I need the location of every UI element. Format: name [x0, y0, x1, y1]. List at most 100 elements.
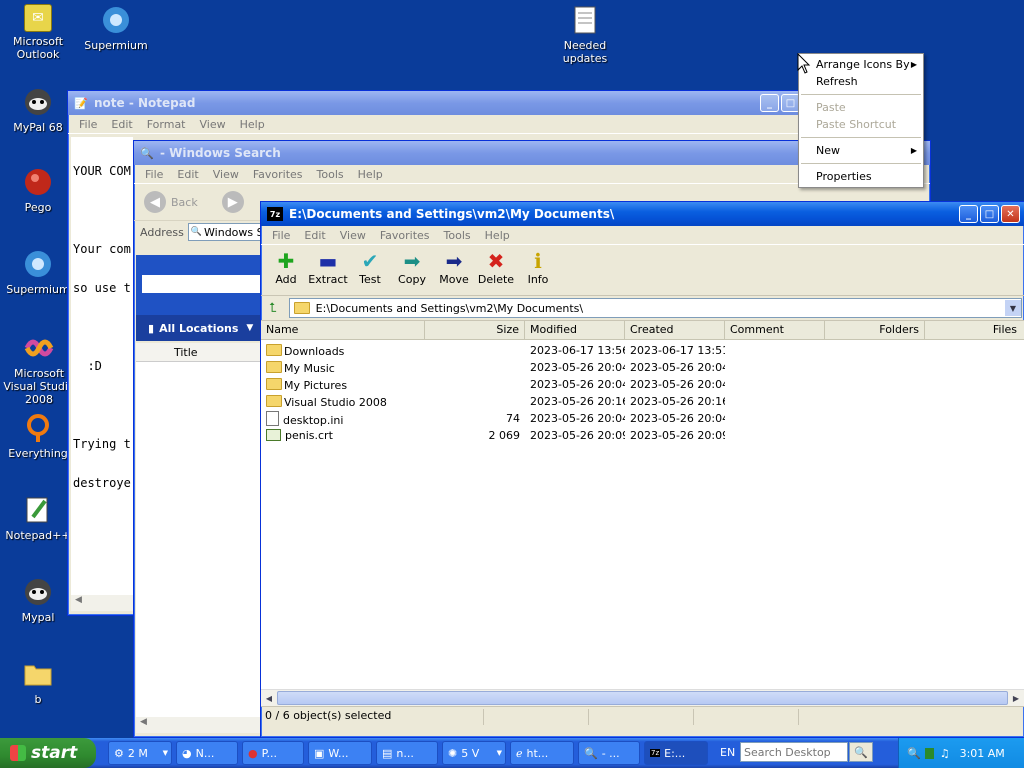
start-button[interactable]: start: [0, 738, 96, 768]
menu-help[interactable]: Help: [351, 168, 390, 181]
column-modified[interactable]: Modified: [525, 321, 625, 339]
status-pane-4: [694, 709, 799, 725]
scroll-right-icon[interactable]: ▶: [1008, 694, 1024, 703]
info-button[interactable]: ℹ Info: [517, 245, 559, 295]
desktop-icon-pego[interactable]: Pego: [0, 166, 76, 214]
scroll-thumb[interactable]: [277, 691, 1008, 705]
table-row[interactable]: Visual Studio 2008 2023-05-26 20:16 2023…: [261, 393, 1024, 410]
table-row[interactable]: My Pictures 2023-05-26 20:04 2023-05-26 …: [261, 376, 1024, 393]
results-area: [136, 362, 261, 717]
path-combobox[interactable]: E:\Documents and Settings\vm2\My Documen…: [288, 298, 1022, 318]
desktop-icon-notepadpp[interactable]: Notepad++: [0, 494, 76, 542]
notepad-text-area[interactable]: YOUR COM Your com so use t :D Trying t d…: [71, 137, 133, 595]
delete-button[interactable]: ✖ Delete: [475, 245, 517, 295]
menu-tools[interactable]: Tools: [437, 229, 478, 242]
desktop-icon-supermium[interactable]: Supermium: [78, 4, 154, 52]
menu-file[interactable]: File: [265, 229, 297, 242]
clock[interactable]: 3:01 AM: [960, 747, 1005, 760]
menu-item-arrange-icons-by[interactable]: Arrange Icons By ▶: [799, 56, 923, 73]
scroll-left-icon[interactable]: ◀: [261, 694, 277, 703]
address-value: Windows S: [204, 225, 264, 239]
column-created[interactable]: Created: [625, 321, 725, 339]
menu-favorites[interactable]: Favorites: [246, 168, 310, 181]
notepad-hscroll[interactable]: ◀: [71, 595, 133, 611]
table-row[interactable]: desktop.ini 74 2023-05-26 20:04 2023-05-…: [261, 410, 1024, 427]
language-indicator[interactable]: EN: [720, 746, 735, 759]
move-button[interactable]: ➡ Move: [433, 245, 475, 295]
table-row[interactable]: penis.crt 2 069 2023-05-26 20:09 2023-05…: [261, 427, 1024, 444]
minimize-button[interactable]: _: [959, 205, 978, 223]
menu-tools[interactable]: Tools: [310, 168, 351, 181]
menu-view[interactable]: View: [193, 118, 233, 131]
back-button[interactable]: Back: [171, 196, 198, 209]
up-folder-icon[interactable]: ⮤: [269, 301, 277, 316]
desktop-icon-supermium-2[interactable]: Supermium: [0, 248, 76, 296]
taskbar-item-note[interactable]: ▤ n...: [376, 741, 438, 765]
file-name: penis.crt: [285, 429, 333, 442]
taskbar-item-notepad[interactable]: ◕ N...: [176, 741, 238, 765]
extract-button[interactable]: ▬ Extract: [307, 245, 349, 295]
file-list-hscroll[interactable]: ◀ ▶: [261, 689, 1024, 706]
search-hscroll[interactable]: ◀: [136, 717, 261, 733]
desktop-icon-mypal[interactable]: Mypal: [0, 576, 76, 624]
menu-favorites[interactable]: Favorites: [373, 229, 437, 242]
all-locations-bar[interactable]: ▮ All Locations ▼: [136, 315, 261, 341]
forward-arrow-icon[interactable]: ▶: [221, 191, 244, 213]
chevron-down-icon[interactable]: ▼: [1005, 300, 1021, 316]
sevenzip-titlebar[interactable]: 7z E:\Documents and Settings\vm2\My Docu…: [261, 202, 1024, 226]
desktop-icon-mypal-68[interactable]: MyPal 68: [0, 86, 76, 134]
search-tray-icon[interactable]: 🔍: [907, 747, 921, 760]
search-go-button[interactable]: 🔍: [849, 742, 873, 762]
name-cell: Downloads: [261, 343, 425, 358]
close-button[interactable]: ✕: [1001, 205, 1020, 223]
notepad-titlebar[interactable]: 📝 note - Notepad _ □: [68, 91, 804, 115]
taskbar-item-group-5[interactable]: ✺ 5 V ▼: [442, 741, 506, 765]
column-files[interactable]: Files: [925, 321, 1022, 339]
network-tray-icon[interactable]: [924, 747, 934, 759]
move-label: Move: [439, 273, 469, 286]
menu-item-new[interactable]: New ▶: [799, 142, 923, 159]
table-row[interactable]: My Music 2023-05-26 20:04 2023-05-26 20:…: [261, 359, 1024, 376]
desktop-icon-everything[interactable]: Everything: [0, 412, 76, 460]
desktop-icon-needed-updates[interactable]: Needed updates: [547, 4, 623, 65]
taskbar-item-group-1[interactable]: ⚙ 2 M ▼: [108, 741, 172, 765]
taskbar-item-html[interactable]: ℯ ht...: [510, 741, 574, 765]
menu-edit[interactable]: Edit: [297, 229, 332, 242]
table-row[interactable]: Downloads 2023-06-17 13:56 2023-06-17 13…: [261, 342, 1024, 359]
sevenzip-window[interactable]: 7z E:\Documents and Settings\vm2\My Docu…: [260, 201, 1024, 738]
menu-file[interactable]: File: [138, 168, 170, 181]
column-comment[interactable]: Comment: [725, 321, 825, 339]
desktop-icon-folder-b[interactable]: b: [0, 658, 76, 706]
menu-item-refresh[interactable]: Refresh: [799, 73, 923, 90]
title-column-header[interactable]: Title: [174, 346, 198, 359]
desktop-search-input[interactable]: [740, 742, 848, 762]
menu-view[interactable]: View: [206, 168, 246, 181]
add-button[interactable]: ✚ Add: [265, 245, 307, 295]
menu-item-properties[interactable]: Properties: [799, 168, 923, 185]
name-cell: My Music: [261, 360, 425, 375]
status-pane-2: [484, 709, 589, 725]
taskbar-item-windows[interactable]: ▣ W...: [308, 741, 372, 765]
menu-help[interactable]: Help: [478, 229, 517, 242]
column-size[interactable]: Size: [425, 321, 525, 339]
column-folders[interactable]: Folders: [825, 321, 925, 339]
minimize-button[interactable]: _: [760, 94, 779, 112]
menu-edit[interactable]: Edit: [104, 118, 139, 131]
search-query-box[interactable]: [142, 275, 260, 293]
menu-format[interactable]: Format: [140, 118, 193, 131]
test-button[interactable]: ✔ Test: [349, 245, 391, 295]
maximize-button[interactable]: □: [980, 205, 999, 223]
menu-edit[interactable]: Edit: [170, 168, 205, 181]
copy-button[interactable]: ➡ Copy: [391, 245, 433, 295]
column-name[interactable]: Name: [261, 321, 425, 339]
taskbar-item-sevenzip[interactable]: 7z E:...: [644, 741, 708, 765]
taskbar-item-search[interactable]: 🔍 - ...: [578, 741, 640, 765]
menu-file[interactable]: File: [72, 118, 104, 131]
volume-tray-icon[interactable]: ♫: [940, 747, 950, 760]
menu-view[interactable]: View: [333, 229, 373, 242]
back-arrow-icon[interactable]: ◀: [144, 191, 166, 213]
taskbar-item-pego[interactable]: ● P...: [242, 741, 304, 765]
desktop-icon-outlook[interactable]: ✉ Microsoft Outlook: [0, 4, 76, 61]
file-name: desktop.ini: [283, 413, 344, 427]
menu-help[interactable]: Help: [233, 118, 272, 131]
